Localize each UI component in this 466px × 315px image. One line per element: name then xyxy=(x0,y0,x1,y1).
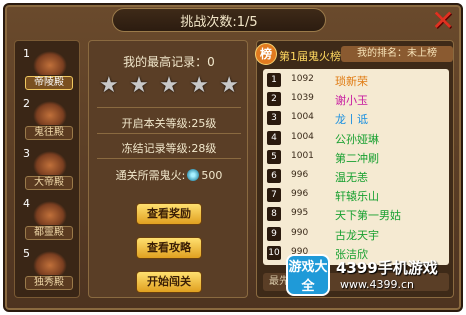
stage-item-3[interactable]: 3 大帝殿 xyxy=(19,145,77,191)
view-reward-button[interactable]: 查看奖励 xyxy=(136,203,202,225)
rank-row: 4 1004 公孙娅琳 xyxy=(265,129,447,147)
rank-score: 1092 xyxy=(291,74,314,84)
rank-number: 2 xyxy=(267,92,281,107)
player-name: 古龙天宇 xyxy=(335,228,379,242)
rank-row: 6 996 温无恙 xyxy=(265,167,447,185)
rank-number: 8 xyxy=(267,207,281,222)
rank-score: 1001 xyxy=(291,150,314,161)
ghost-fire-icon xyxy=(33,201,67,225)
rank-number: 3 xyxy=(267,111,281,126)
player-name: 天下第一男姑 xyxy=(335,209,401,223)
stage-name: 都靈殿 xyxy=(25,226,73,240)
stage-number: 5 xyxy=(23,247,30,260)
stage-number: 3 xyxy=(23,147,30,160)
rank-number: 6 xyxy=(267,169,281,183)
watermark: 游戏大全 4399手机游戏 www.4399.cn xyxy=(286,254,454,296)
site-url: www.4399.cn xyxy=(340,278,414,291)
ranking-title: 第1届鬼火榜 xyxy=(279,50,341,63)
ghost-fire-icon xyxy=(33,51,67,75)
stage-list: 1 帝陵殿 2 鬼往殿 3 大帝殿 4 都靈殿 5 独秀殿 xyxy=(14,40,80,298)
stage-name: 大帝殿 xyxy=(25,176,73,190)
record-panel: 我的最高记录：0 ★ ★ ★ ★ ★ 开启本关等级:25级 冻结记录等级:28级… xyxy=(88,40,248,298)
rank-score: 995 xyxy=(291,208,309,219)
challenge-count: 挑战次数:1/5 xyxy=(180,14,258,30)
rank-number: 9 xyxy=(267,226,281,241)
my-rank: 我的排名：未上榜 xyxy=(341,46,453,62)
rank-score: 996 xyxy=(291,170,309,180)
ghost-fire-icon xyxy=(33,151,67,175)
fire-label: 通关所需鬼火: xyxy=(115,169,186,182)
star-rating: ★ ★ ★ ★ ★ xyxy=(99,75,239,97)
fire-value: 500 xyxy=(201,169,223,182)
rank-row: 2 1039 谢小玉 xyxy=(265,90,447,108)
ghost-fire-icon xyxy=(33,251,67,275)
rank-number: 1 xyxy=(267,73,281,87)
fire-requirement: 通关所需鬼火: 500 xyxy=(89,167,249,183)
rank-number: 10 xyxy=(267,245,281,260)
site-name: 4399手机游戏 xyxy=(336,259,438,277)
player-name: 公孙娅琳 xyxy=(335,132,379,146)
player-name: 轩辕乐山 xyxy=(335,190,379,204)
rank-number: 4 xyxy=(267,130,281,145)
player-name: 琐新荣 xyxy=(335,75,368,88)
stage-item-4[interactable]: 4 都靈殿 xyxy=(19,195,77,241)
divider xyxy=(97,133,241,134)
freeze-level: 冻结记录等级:28级 xyxy=(121,142,217,155)
rank-row: 8 995 天下第一男姑 xyxy=(265,205,447,223)
rank-row: 3 1004 龙丨诋 xyxy=(265,109,447,127)
player-name: 温无恙 xyxy=(335,171,368,184)
view-guide-button[interactable]: 查看攻略 xyxy=(136,237,202,259)
player-name: 谢小玉 xyxy=(335,94,368,108)
stage-number: 2 xyxy=(23,97,30,110)
best-record: 我的最高记录：0 xyxy=(123,55,215,69)
divider xyxy=(97,107,241,108)
rank-row: 7 996 轩辕乐山 xyxy=(265,186,447,204)
stage-name: 独秀殿 xyxy=(25,276,73,290)
ranking-list: 1 1092 琐新荣 2 1039 谢小玉 3 1004 龙丨诋 4 1004 公孙娅琳 5 1001 第二… xyxy=(263,69,449,265)
rank-badge-icon: 榜 xyxy=(255,43,277,65)
star-icon: ★ xyxy=(189,73,209,98)
rank-score: 1004 xyxy=(291,131,314,142)
player-name: 第二冲刷 xyxy=(335,151,379,165)
stage-item-2[interactable]: 2 鬼往殿 xyxy=(19,95,77,141)
stage-name: 帝陵殿 xyxy=(25,76,73,90)
challenge-count-bar: 挑战次数:1/5 xyxy=(112,8,326,32)
rank-score: 1039 xyxy=(291,93,314,104)
rank-row: 5 1001 第二冲刷 xyxy=(265,148,447,166)
rank-score: 1004 xyxy=(291,112,314,123)
rank-row: 1 1092 琐新荣 xyxy=(265,71,447,89)
star-icon: ★ xyxy=(159,73,179,98)
rank-number: 5 xyxy=(267,149,281,164)
rank-score: 990 xyxy=(291,227,309,238)
star-icon: ★ xyxy=(219,73,239,98)
ghost-fire-icon xyxy=(33,101,67,125)
ghost-fire-icon xyxy=(187,169,200,181)
star-icon: ★ xyxy=(99,73,119,98)
stage-item-1[interactable]: 1 帝陵殿 xyxy=(19,45,77,91)
stage-name: 鬼往殿 xyxy=(25,126,73,140)
stage-item-5[interactable]: 5 独秀殿 xyxy=(19,245,77,291)
close-icon[interactable]: ✕ xyxy=(429,7,457,35)
stage-number: 4 xyxy=(23,197,30,210)
divider xyxy=(97,158,241,159)
player-name: 龙丨诋 xyxy=(335,113,368,127)
rank-number: 7 xyxy=(267,188,281,203)
rank-row: 9 990 古龙天宇 xyxy=(265,225,447,243)
star-icon: ★ xyxy=(129,73,149,98)
rank-score: 996 xyxy=(291,189,309,200)
stage-number: 1 xyxy=(23,47,30,60)
open-level: 开启本关等级:25级 xyxy=(121,117,217,130)
site-logo: 游戏大全 xyxy=(286,254,330,296)
start-challenge-button[interactable]: 开始闯关 xyxy=(136,271,202,293)
